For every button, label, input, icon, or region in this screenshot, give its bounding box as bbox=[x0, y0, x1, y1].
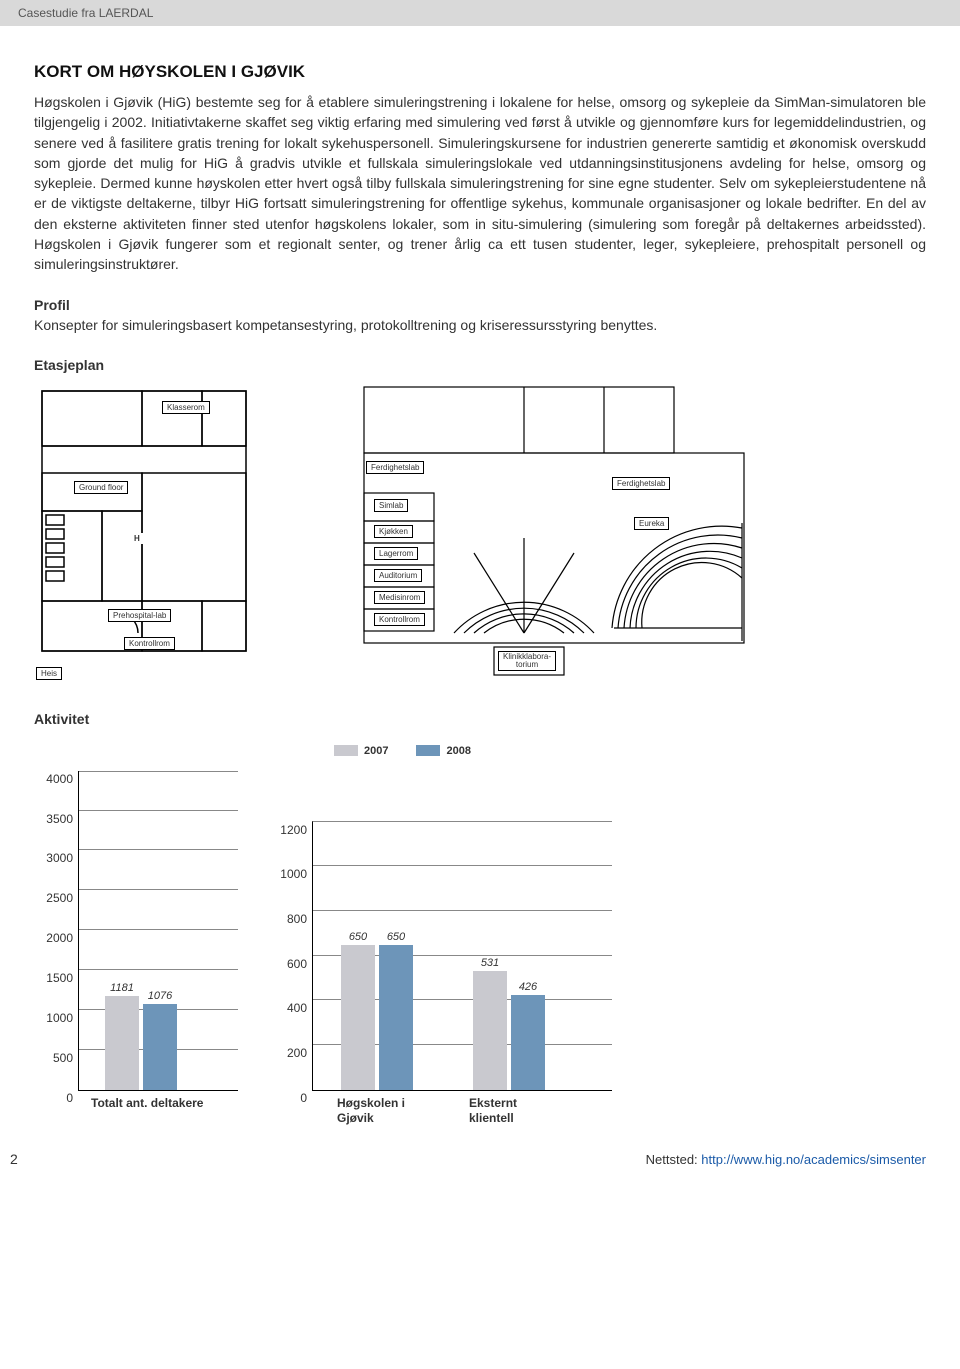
profil-text: Konsepter for simuleringsbasert kompetan… bbox=[34, 317, 926, 333]
chart-a-bar-2008: 1076 bbox=[143, 1004, 177, 1090]
fp-eureka: Eureka bbox=[634, 517, 669, 530]
chart-a-ytick: 1000 bbox=[46, 1011, 73, 1025]
fp-klinikklab: Klinikklabora-torium bbox=[498, 651, 556, 672]
chart-a-ytick: 500 bbox=[53, 1051, 73, 1065]
fp-ferdighetslab: Ferdighetslab bbox=[366, 461, 424, 474]
charts-row: 0500100015002000250030003500400011811076… bbox=[34, 771, 926, 1091]
fp-ferdighetslab2: Ferdighetslab bbox=[612, 477, 670, 490]
chart-b-ytick: 400 bbox=[287, 1001, 307, 1015]
legend-2008: 2008 bbox=[416, 745, 470, 757]
fp-auditorium: Auditorium bbox=[374, 569, 422, 582]
header-band: Casestudie fra LAERDAL bbox=[0, 0, 960, 26]
chart-total-plot: 0500100015002000250030003500400011811076… bbox=[78, 771, 238, 1091]
case-label: Casestudie fra LAERDAL bbox=[18, 6, 153, 20]
chart-b-ytick: 800 bbox=[287, 912, 307, 926]
fp-kontrollrom: Kontrollrom bbox=[374, 613, 425, 626]
chart-a-ytick: 3500 bbox=[46, 812, 73, 826]
chart-b-xcat: Høgskolen iGjøvik bbox=[337, 1096, 457, 1127]
floorplan-right: Ferdighetslab Ferdighetslab Simlab Kjøkk… bbox=[294, 383, 754, 683]
chart-b-bar-value: 650 bbox=[379, 931, 413, 943]
chart-legend: 2007 2008 bbox=[334, 745, 926, 757]
chart-b-bar-value: 531 bbox=[473, 957, 507, 969]
profil-heading: Profil bbox=[34, 297, 926, 313]
legend-2007-label: 2007 bbox=[364, 745, 388, 757]
chart-b-ytick: 1200 bbox=[280, 823, 307, 837]
chart-a-ytick: 3000 bbox=[46, 851, 73, 865]
fp-klasserom: Klasserom bbox=[162, 401, 210, 414]
fp-medisinrom: Medisinrom bbox=[374, 591, 425, 604]
chart-groups-plot: 020040060080010001200650650Høgskolen iGj… bbox=[312, 821, 612, 1091]
swatch-2007-icon bbox=[334, 745, 358, 756]
chart-a-xcat: Totalt ant. deltakere bbox=[91, 1096, 211, 1112]
page-number: 2 bbox=[10, 1151, 18, 1167]
section-title: KORT OM HØYSKOLEN I GJØVIK bbox=[34, 62, 926, 82]
fp-kjokken: Kjøkken bbox=[374, 525, 413, 538]
fp-lagerrom: Lagerrom bbox=[374, 547, 418, 560]
fp-heis: Heis bbox=[36, 667, 62, 680]
footer-link-wrap: Nettsted: http://www.hig.no/academics/si… bbox=[646, 1152, 926, 1167]
chart-b-ytick: 600 bbox=[287, 957, 307, 971]
swatch-2008-icon bbox=[416, 745, 440, 756]
floorplan-left: Klasserom Ground floor H Prehospital-lab… bbox=[34, 383, 254, 683]
chart-b-bar-2007-0: 650 bbox=[341, 945, 375, 1090]
aktivitet-heading: Aktivitet bbox=[34, 711, 926, 727]
fp-simlab: Simlab bbox=[374, 499, 408, 512]
chart-b-bar-2008-0: 650 bbox=[379, 945, 413, 1090]
floorplan-right-svg bbox=[294, 383, 754, 683]
chart-a-bar-2007: 1181 bbox=[105, 996, 139, 1090]
chart-a-ytick: 1500 bbox=[46, 971, 73, 985]
section-body: Høgskolen i Gjøvik (HiG) bestemte seg fo… bbox=[34, 92, 926, 275]
floorplan-container: Klasserom Ground floor H Prehospital-lab… bbox=[34, 383, 926, 683]
chart-a-bar-value: 1181 bbox=[105, 982, 139, 994]
chart-total: 0500100015002000250030003500400011811076… bbox=[78, 771, 238, 1091]
chart-b-ytick: 1000 bbox=[280, 867, 307, 881]
chart-b-ytick: 200 bbox=[287, 1046, 307, 1060]
nettsted-label: Nettsted: bbox=[646, 1152, 702, 1167]
page-content: KORT OM HØYSKOLEN I GJØVIK Høgskolen i G… bbox=[0, 26, 960, 1111]
chart-a-ytick: 2000 bbox=[46, 931, 73, 945]
etasjeplan-heading: Etasjeplan bbox=[34, 357, 926, 373]
chart-b-bar-value: 426 bbox=[511, 981, 545, 993]
chart-a-ytick: 2500 bbox=[46, 891, 73, 905]
chart-b-ytick: 0 bbox=[300, 1091, 307, 1105]
chart-b-bar-2008-1: 426 bbox=[511, 995, 545, 1090]
fp-prehospital: Prehospital-lab bbox=[108, 609, 171, 622]
chart-groups: 020040060080010001200650650Høgskolen iGj… bbox=[312, 821, 612, 1091]
chart-b-bar-value: 650 bbox=[341, 931, 375, 943]
fp-h: H bbox=[130, 533, 144, 544]
chart-b-bar-2007-1: 531 bbox=[473, 971, 507, 1090]
chart-b-xcat: Eksterntklientell bbox=[469, 1096, 589, 1127]
legend-2008-label: 2008 bbox=[446, 745, 470, 757]
chart-a-ytick: 0 bbox=[66, 1091, 73, 1105]
fp-ground: Ground floor bbox=[74, 481, 128, 494]
fp-kontroll: Kontrollrom bbox=[124, 637, 175, 650]
nettsted-url[interactable]: http://www.hig.no/academics/simsenter bbox=[701, 1152, 926, 1167]
legend-2007: 2007 bbox=[334, 745, 388, 757]
chart-a-ytick: 4000 bbox=[46, 772, 73, 786]
chart-a-bar-value: 1076 bbox=[143, 990, 177, 1002]
